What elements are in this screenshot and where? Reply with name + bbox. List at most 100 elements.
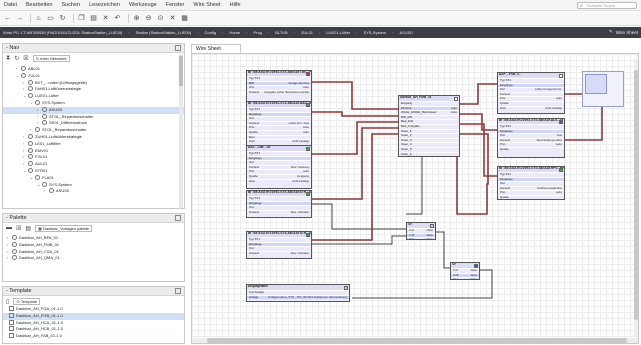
wire-link[interactable]	[312, 111, 398, 117]
close-icon[interactable]: ✕	[168, 14, 177, 23]
breadcrumb-item[interactable]: BLTKB	[275, 30, 287, 35]
block-slot[interactable]: Stoer_7	[399, 156, 459, 157]
nav-scrollbar[interactable]	[179, 54, 183, 208]
wire-link[interactable]	[460, 123, 497, 177]
close-icon[interactable]: ☒	[23, 55, 28, 62]
menu-hilfe[interactable]: Hilfe	[230, 2, 241, 8]
wire-link[interactable]	[436, 231, 450, 269]
nav-tree-item[interactable]: › FGL01	[3, 154, 184, 161]
nav-tree-item[interactable]: › ZUH01-Luftkühlerstrategie	[3, 133, 184, 141]
block-slot[interactable]: Stoer_6	[399, 151, 459, 156]
menu-datei[interactable]: Datei	[4, 2, 17, 8]
block-slot[interactable]: Kontext Rep. Schalter	[247, 250, 311, 256]
maximize-icon[interactable]	[175, 215, 181, 221]
wire-sheet-block[interactable]: BI Tos ASU.er.LVEE1.STS.AW.AAr.STR...SW.…	[246, 190, 312, 218]
menu-wire-sheet[interactable]: Wire Sheet	[193, 2, 220, 8]
wire-sheet-canvas[interactable]: BI Tos ASU.er.LVEE1.STS.AW.AAr.TWI_..FV_…	[191, 53, 639, 344]
block-slot[interactable]: Kom nicht betätigt	[498, 105, 564, 111]
nav-tree-item[interactable]: › ABL01	[3, 66, 184, 73]
nav-tree-item[interactable]: ⌄ ZUL01	[3, 72, 184, 80]
wire-link[interactable]	[312, 127, 398, 200]
palette-select[interactable]: ▦ Dashkar_Vorlagen palette	[35, 224, 92, 232]
template-item[interactable]: Dashkar_AH_FGB_01-1.0	[3, 312, 184, 320]
breadcrumb-item[interactable]: Work PC: LT-M5785539 (PAG/1001/21/ZOL St…	[3, 30, 122, 35]
folder-icon[interactable]: ▭	[46, 14, 55, 23]
refresh-icon[interactable]: ↻	[58, 14, 67, 23]
wire-link[interactable]	[312, 81, 398, 110]
block-slot[interactable]: Kontext Rep. Schalter	[247, 209, 311, 215]
nav-tree-item[interactable]: ⌄ SYS-System	[3, 181, 184, 189]
block-slot[interactable]: Quelle	[498, 146, 564, 152]
history-icon[interactable]: ⧗	[6, 55, 10, 62]
wire-sheet-block[interactable]: BI Tos ASU.er.LVEE1.STS.AW.AAr.AAD...BR.…	[246, 101, 312, 151]
wire-sheet-block[interactable]: Or In Afalse In Bfalse Out false	[450, 262, 480, 280]
nav-tree-item[interactable]: ⌄ SYS-System	[3, 99, 184, 107]
close-icon[interactable]: ☒	[16, 225, 21, 232]
wire-sheet-block[interactable]: BI Tos ASU.er.LVEE1.STS.AW.AAr.RPS...BR.…	[497, 166, 565, 200]
breadcrumb-item[interactable]: SYS-System	[363, 30, 386, 35]
breadcrumb-item[interactable]: Config	[205, 30, 217, 35]
menu-fenster[interactable]: Fenster	[166, 2, 185, 8]
maximize-icon[interactable]	[175, 288, 181, 294]
wire-sheet-block[interactable]: Or In Afalse In Bfalse Out false	[406, 222, 436, 240]
nav-tree-item[interactable]: › AUL01	[3, 161, 184, 168]
wire-sheet-block[interactable]: AAC_..DM_..St Typ:ST1 Eingänge Out Kontext Be…	[246, 145, 312, 189]
template-item[interactable]: Dashkar_AH_FGA_01-1.0	[3, 306, 184, 313]
back-icon[interactable]: ←	[3, 14, 12, 23]
palette-item[interactable]: › Dashkar_AH_FMB_01	[3, 241, 184, 249]
wire-sheet-block[interactable]: AAF_..FSB_0.. Typ:ST1 Eingänge Out Lüfter Fr…	[497, 72, 565, 114]
block-slot[interactable]: Kontext Ausgabe Lüfter Steuerkommande	[247, 89, 311, 95]
nav-root-select[interactable]: ⊙ mein Netzwerk	[32, 54, 70, 62]
folder-icon[interactable]: ▬	[6, 225, 12, 231]
template-item[interactable]: Dashkar_AH_FAB_01-1.0	[3, 333, 184, 340]
menu-bearbeiten[interactable]: Bearbeiten	[26, 2, 53, 8]
minimap[interactable]	[582, 71, 624, 107]
block-slot[interactable]: Out false	[451, 277, 479, 279]
tab-wire-sheet[interactable]: Wire Sheet	[191, 44, 241, 53]
template-item[interactable]: Dashkar_AH_HCA_01-1.0	[3, 319, 184, 327]
maximize-icon[interactable]	[175, 45, 181, 51]
undo-icon[interactable]: ↶	[113, 14, 122, 23]
menu-suchen[interactable]: Suchen	[61, 2, 80, 8]
nav-tree-item[interactable]: › SK01_Differenzdruck	[3, 120, 184, 127]
wire-sheet-block[interactable]: BI Tos ASU.er.LVEE1.STS.AW.AAr.STR...SW.…	[246, 231, 312, 259]
nav-tree-item[interactable]: › LE01_Luftfilter	[3, 140, 184, 148]
nav-tree-item[interactable]: ⌄ FLA01	[3, 174, 184, 182]
palette-item[interactable]: › Dashkar_AH_QMA_01	[3, 255, 184, 262]
canvas-vertical-scrollbar[interactable]	[634, 60, 638, 336]
fit-icon[interactable]: ⊙	[156, 14, 165, 23]
paste-icon[interactable]: ▤	[89, 14, 98, 23]
nav-tree-item[interactable]: ⌄ STR01	[3, 167, 184, 175]
breadcrumb-item[interactable]: ZUL01	[301, 30, 313, 35]
wire-sheet-block[interactable]: BI Tos ASU.er.LVEE1.STS.AW.AAr.ALS...St T…	[497, 118, 565, 158]
breadcrumb-item[interactable]: Prog	[253, 30, 261, 35]
block-slot[interactable]: Anlage Anlagenname_STS_..BY_SF.FR1 Keilri…	[247, 294, 349, 300]
quick-search-input[interactable]: ⌕ Schnelle Suche	[577, 2, 637, 9]
block-slot[interactable]: Quelle	[498, 194, 564, 199]
copy-icon[interactable]: ❐	[77, 14, 86, 23]
palette-item[interactable]: › Dashkar_AH_BFA_01	[3, 235, 184, 242]
template-item[interactable]: Dashkar_AH_HCB_01-1.0	[3, 326, 184, 333]
delete-icon[interactable]: ✕	[101, 14, 110, 23]
nav-tree-item[interactable]: › STOL_Reparaturschalter	[3, 127, 184, 134]
canvas-horizontal-scrollbar[interactable]	[192, 338, 638, 343]
menu-werkzeuge[interactable]: Werkzeuge	[129, 2, 157, 8]
nav-tree-item[interactable]: › ASUS0	[3, 188, 184, 195]
wire-link[interactable]	[312, 203, 406, 230]
wire-link[interactable]	[312, 133, 398, 241]
nav-tree-item[interactable]: ⌄ LUE01-Lüfter	[3, 93, 184, 100]
zoom-out-icon[interactable]: ⊖	[144, 14, 153, 23]
minimap-viewport[interactable]	[585, 74, 607, 94]
nav-tree-item[interactable]: › FAH01-Luftführerstrategie	[3, 86, 184, 93]
nav-tree-item[interactable]: › ASUS0	[3, 106, 184, 114]
nav-tree-item[interactable]: › EMV01	[3, 147, 184, 155]
refresh-icon[interactable]: ↻	[14, 55, 19, 62]
grid-icon[interactable]: ▦	[180, 14, 189, 23]
breadcrumb-item[interactable]: ASUS0	[399, 30, 412, 35]
block-slot[interactable]: Kom nicht betätigt	[247, 178, 311, 184]
template-select[interactable]: ⊙ Template	[13, 297, 40, 305]
file-icon[interactable]: ▯	[6, 298, 9, 305]
list-icon[interactable]: ▤	[25, 225, 31, 232]
palette-item[interactable]: › Dashkar_AH_CSA_01	[3, 248, 184, 256]
menu-lesezeichen[interactable]: Lesezeichen	[89, 2, 120, 8]
